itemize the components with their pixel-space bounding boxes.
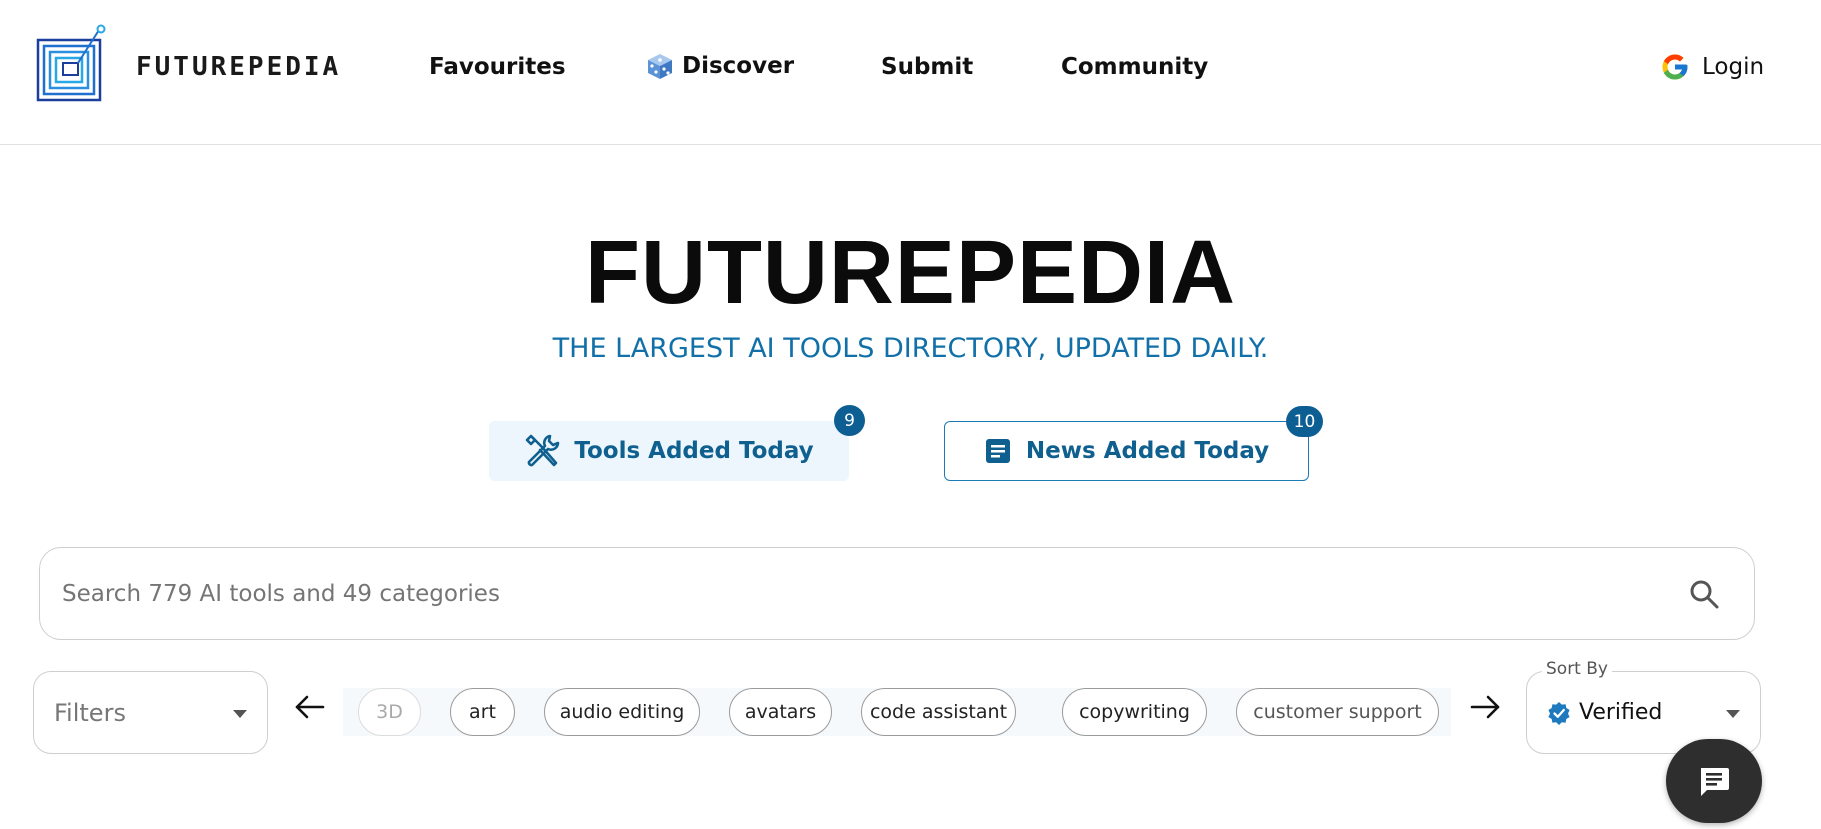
- sort-by-value: Verified: [1579, 700, 1663, 725]
- site-header: FUTUREPEDIA Favourites Discover Submit C…: [0, 0, 1821, 145]
- arrow-left-icon[interactable]: [293, 690, 327, 724]
- news-count-badge: 10: [1286, 406, 1323, 437]
- google-icon: [1662, 54, 1688, 80]
- chat-button[interactable]: [1666, 739, 1762, 823]
- nav-submit[interactable]: Submit: [881, 54, 973, 80]
- tag-code-assistant[interactable]: code assistant: [861, 688, 1016, 736]
- dice-icon: [648, 54, 672, 79]
- tag-copywriting[interactable]: copywriting: [1062, 688, 1207, 736]
- filters-label: Filters: [54, 698, 126, 727]
- tools-added-today-label: Tools Added Today: [574, 438, 814, 464]
- document-icon: [985, 439, 1010, 463]
- login-label: Login: [1702, 54, 1765, 80]
- tag-audio-editing[interactable]: audio editing: [544, 688, 700, 736]
- verified-badge-icon: [1548, 701, 1570, 725]
- nav-favourites[interactable]: Favourites: [429, 54, 566, 80]
- tag-3d[interactable]: 3D: [358, 688, 421, 736]
- category-tags: 3D art audio editing avatars code assist…: [343, 688, 1451, 736]
- arrow-right-icon[interactable]: [1468, 690, 1502, 724]
- sort-by-label: Sort By: [1542, 659, 1612, 679]
- tag-avatars[interactable]: avatars: [729, 688, 832, 736]
- tag-customer-support[interactable]: customer support: [1236, 688, 1439, 736]
- search-input[interactable]: [62, 580, 1622, 607]
- tools-count-badge: 9: [834, 405, 865, 436]
- tools-added-today-button[interactable]: Tools Added Today 9: [489, 405, 865, 481]
- nav-discover[interactable]: Discover: [646, 52, 794, 80]
- tag-art[interactable]: art: [450, 688, 515, 736]
- nav-community[interactable]: Community: [1061, 54, 1208, 80]
- tools-icon: [526, 434, 560, 467]
- news-added-today-label: News Added Today: [1025, 438, 1270, 464]
- brand-name[interactable]: FUTUREPEDIA: [136, 52, 341, 82]
- search-icon[interactable]: [1688, 578, 1720, 610]
- chevron-down-icon: [233, 710, 247, 718]
- search-bar: [39, 547, 1755, 640]
- chat-icon: [1701, 768, 1729, 796]
- login-button[interactable]: Login: [1660, 52, 1764, 82]
- page-subtitle: THE LARGEST AI TOOLS DIRECTORY, UPDATED …: [552, 333, 1269, 364]
- news-added-today-button[interactable]: News Added Today 10: [944, 406, 1323, 481]
- chevron-down-icon: [1726, 710, 1740, 718]
- nav-discover-label: Discover: [682, 53, 795, 79]
- futurepedia-logo-icon[interactable]: [36, 24, 108, 102]
- filters-dropdown[interactable]: Filters: [33, 671, 268, 754]
- page-title: FUTUREPEDIA: [584, 223, 1237, 323]
